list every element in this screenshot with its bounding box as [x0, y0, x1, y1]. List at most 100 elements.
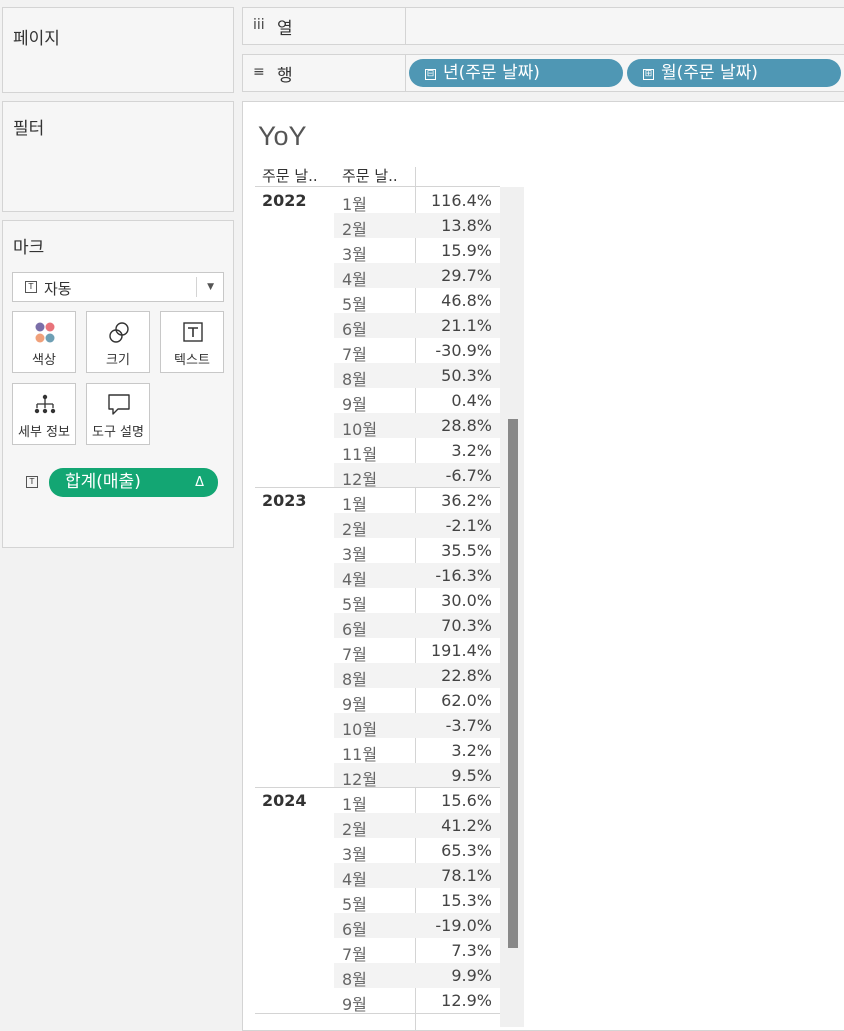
month-order-date-pill[interactable]: ⊞ 월(주문 날짜)	[627, 59, 841, 87]
month-cell: 1월	[342, 495, 367, 514]
table-row[interactable]: 2월 -2.1%	[334, 513, 514, 539]
table-row[interactable]: 11월 3.2%	[334, 738, 514, 764]
columns-icon: iii	[253, 17, 265, 33]
table-row[interactable]: 12월 -6.7%	[334, 463, 514, 489]
table-row[interactable]: 11월 3.2%	[334, 438, 514, 464]
sum-sales-label: 합계(매출)	[65, 472, 141, 492]
month-column-header[interactable]: 주문 날..	[342, 165, 398, 186]
table-row[interactable]: 8월 9.9%	[334, 963, 514, 989]
table-row[interactable]: 3월 15.9%	[334, 238, 514, 264]
table-row[interactable]: 7월 -30.9%	[334, 338, 514, 364]
yoy-value-cell: 12.9%	[441, 991, 492, 1010]
table-row[interactable]: 3월 35.5%	[334, 538, 514, 564]
table-row[interactable]: 4월 29.7%	[334, 263, 514, 289]
month-cell: 1월	[342, 795, 367, 814]
text-button[interactable]: 텍스트	[160, 311, 224, 373]
collapse-icon[interactable]: ⊟	[425, 69, 436, 80]
table-row[interactable]: 9월 12.9%	[334, 988, 514, 1014]
worksheet-view: YoY 주문 날.. 주문 날.. 2022 1월 116.4% 2월 13.8% 3월 1…	[242, 101, 844, 1031]
columns-shelf-label: iii 열	[242, 7, 406, 45]
month-cell: 5월	[342, 595, 367, 614]
columns-shelf-title: 열	[277, 19, 293, 39]
table-row[interactable]: 1월 36.2%	[334, 488, 514, 514]
chevron-down-icon[interactable]: ▼	[207, 282, 214, 292]
table-row[interactable]: 4월 78.1%	[334, 863, 514, 889]
table-row[interactable]: 1월 116.4%	[334, 188, 514, 214]
year-header-cell[interactable]: 2023	[262, 491, 307, 510]
month-cell: 9월	[342, 995, 367, 1014]
yoy-value-cell: 21.1%	[441, 316, 492, 335]
table-row[interactable]: 5월 15.3%	[334, 888, 514, 914]
filters-card[interactable]: 필터	[2, 101, 234, 212]
table-row[interactable]: 6월 21.1%	[334, 313, 514, 339]
month-cell: 6월	[342, 920, 367, 939]
yoy-value-cell: -3.7%	[445, 716, 492, 735]
table-row[interactable]: 5월 30.0%	[334, 588, 514, 614]
rows-icon: ≡	[253, 64, 265, 80]
year-header-cell[interactable]: 2022	[262, 191, 307, 210]
yoy-value-cell: 22.8%	[441, 666, 492, 685]
yoy-value-cell: 41.2%	[441, 816, 492, 835]
month-cell: 8월	[342, 970, 367, 989]
table-row[interactable]: 5월 46.8%	[334, 288, 514, 314]
table-row[interactable]: 9월 62.0%	[334, 688, 514, 714]
table-row[interactable]: 7월 191.4%	[334, 638, 514, 664]
yoy-value-cell: 7.3%	[451, 941, 492, 960]
scrollbar-thumb[interactable]	[508, 419, 518, 948]
table-row[interactable]: 12월 9.5%	[334, 763, 514, 789]
sum-sales-pill[interactable]: 합계(매출) Δ	[49, 468, 218, 497]
table-row[interactable]: 7월 7.3%	[334, 938, 514, 964]
table-row[interactable]: 6월 70.3%	[334, 613, 514, 639]
color-palette-icon	[35, 322, 55, 343]
table-row[interactable]: 6월 -19.0%	[334, 913, 514, 939]
year-order-date-pill[interactable]: ⊟ 년(주문 날짜)	[409, 59, 623, 87]
text-mark-icon: T	[25, 281, 37, 293]
month-cell: 4월	[342, 570, 367, 589]
yoy-value-cell: -16.3%	[435, 566, 492, 585]
table-row[interactable]: 8월 22.8%	[334, 663, 514, 689]
month-cell: 2월	[342, 820, 367, 839]
table-row[interactable]: 9월 0.4%	[334, 388, 514, 414]
table-calc-delta-icon: Δ	[195, 475, 204, 490]
month-cell: 8월	[342, 670, 367, 689]
yoy-value-cell: -19.0%	[435, 916, 492, 935]
table-row[interactable]: 2월 13.8%	[334, 213, 514, 239]
header-divider	[415, 167, 416, 187]
year-column-header[interactable]: 주문 날..	[262, 165, 318, 186]
yoy-value-cell: -2.1%	[445, 516, 492, 535]
table-row[interactable]: 8월 50.3%	[334, 363, 514, 389]
table-row[interactable]: 4월 -16.3%	[334, 563, 514, 589]
month-cell: 9월	[342, 695, 367, 714]
yoy-value-cell: 62.0%	[441, 691, 492, 710]
yoy-value-cell: -6.7%	[445, 466, 492, 485]
yoy-value-cell: 15.3%	[441, 891, 492, 910]
columns-shelf[interactable]	[405, 7, 844, 45]
month-cell: 4월	[342, 270, 367, 289]
tooltip-button[interactable]: 도구 설명	[86, 383, 150, 445]
year-header-cell[interactable]: 2024	[262, 791, 307, 810]
month-cell: 7월	[342, 345, 367, 364]
table-row[interactable]: 3월 65.3%	[334, 838, 514, 864]
detail-button[interactable]: 세부 정보	[12, 383, 76, 445]
yoy-value-cell: 3.2%	[451, 441, 492, 460]
month-cell: 11월	[342, 745, 378, 764]
worksheet-title: YoY	[258, 121, 307, 151]
expand-icon[interactable]: ⊞	[643, 69, 654, 80]
size-button[interactable]: 크기	[86, 311, 150, 373]
yoy-value-cell: 65.3%	[441, 841, 492, 860]
color-button[interactable]: 색상	[12, 311, 76, 373]
pages-card[interactable]: 페이지	[2, 7, 234, 93]
month-cell: 3월	[342, 845, 367, 864]
yoy-value-cell: 29.7%	[441, 266, 492, 285]
yoy-value-cell: 36.2%	[441, 491, 492, 510]
mark-type-dropdown[interactable]: T 자동 ▼	[12, 272, 224, 302]
yoy-value-cell: 78.1%	[441, 866, 492, 885]
month-cell: 2월	[342, 220, 367, 239]
yoy-value-cell: 46.8%	[441, 291, 492, 310]
month-cell: 10월	[342, 720, 378, 739]
table-row[interactable]: 2월 41.2%	[334, 813, 514, 839]
color-button-label: 색상	[32, 353, 56, 368]
table-row[interactable]: 10월 28.8%	[334, 413, 514, 439]
table-row[interactable]: 1월 15.6%	[334, 788, 514, 814]
table-row[interactable]: 10월 -3.7%	[334, 713, 514, 739]
